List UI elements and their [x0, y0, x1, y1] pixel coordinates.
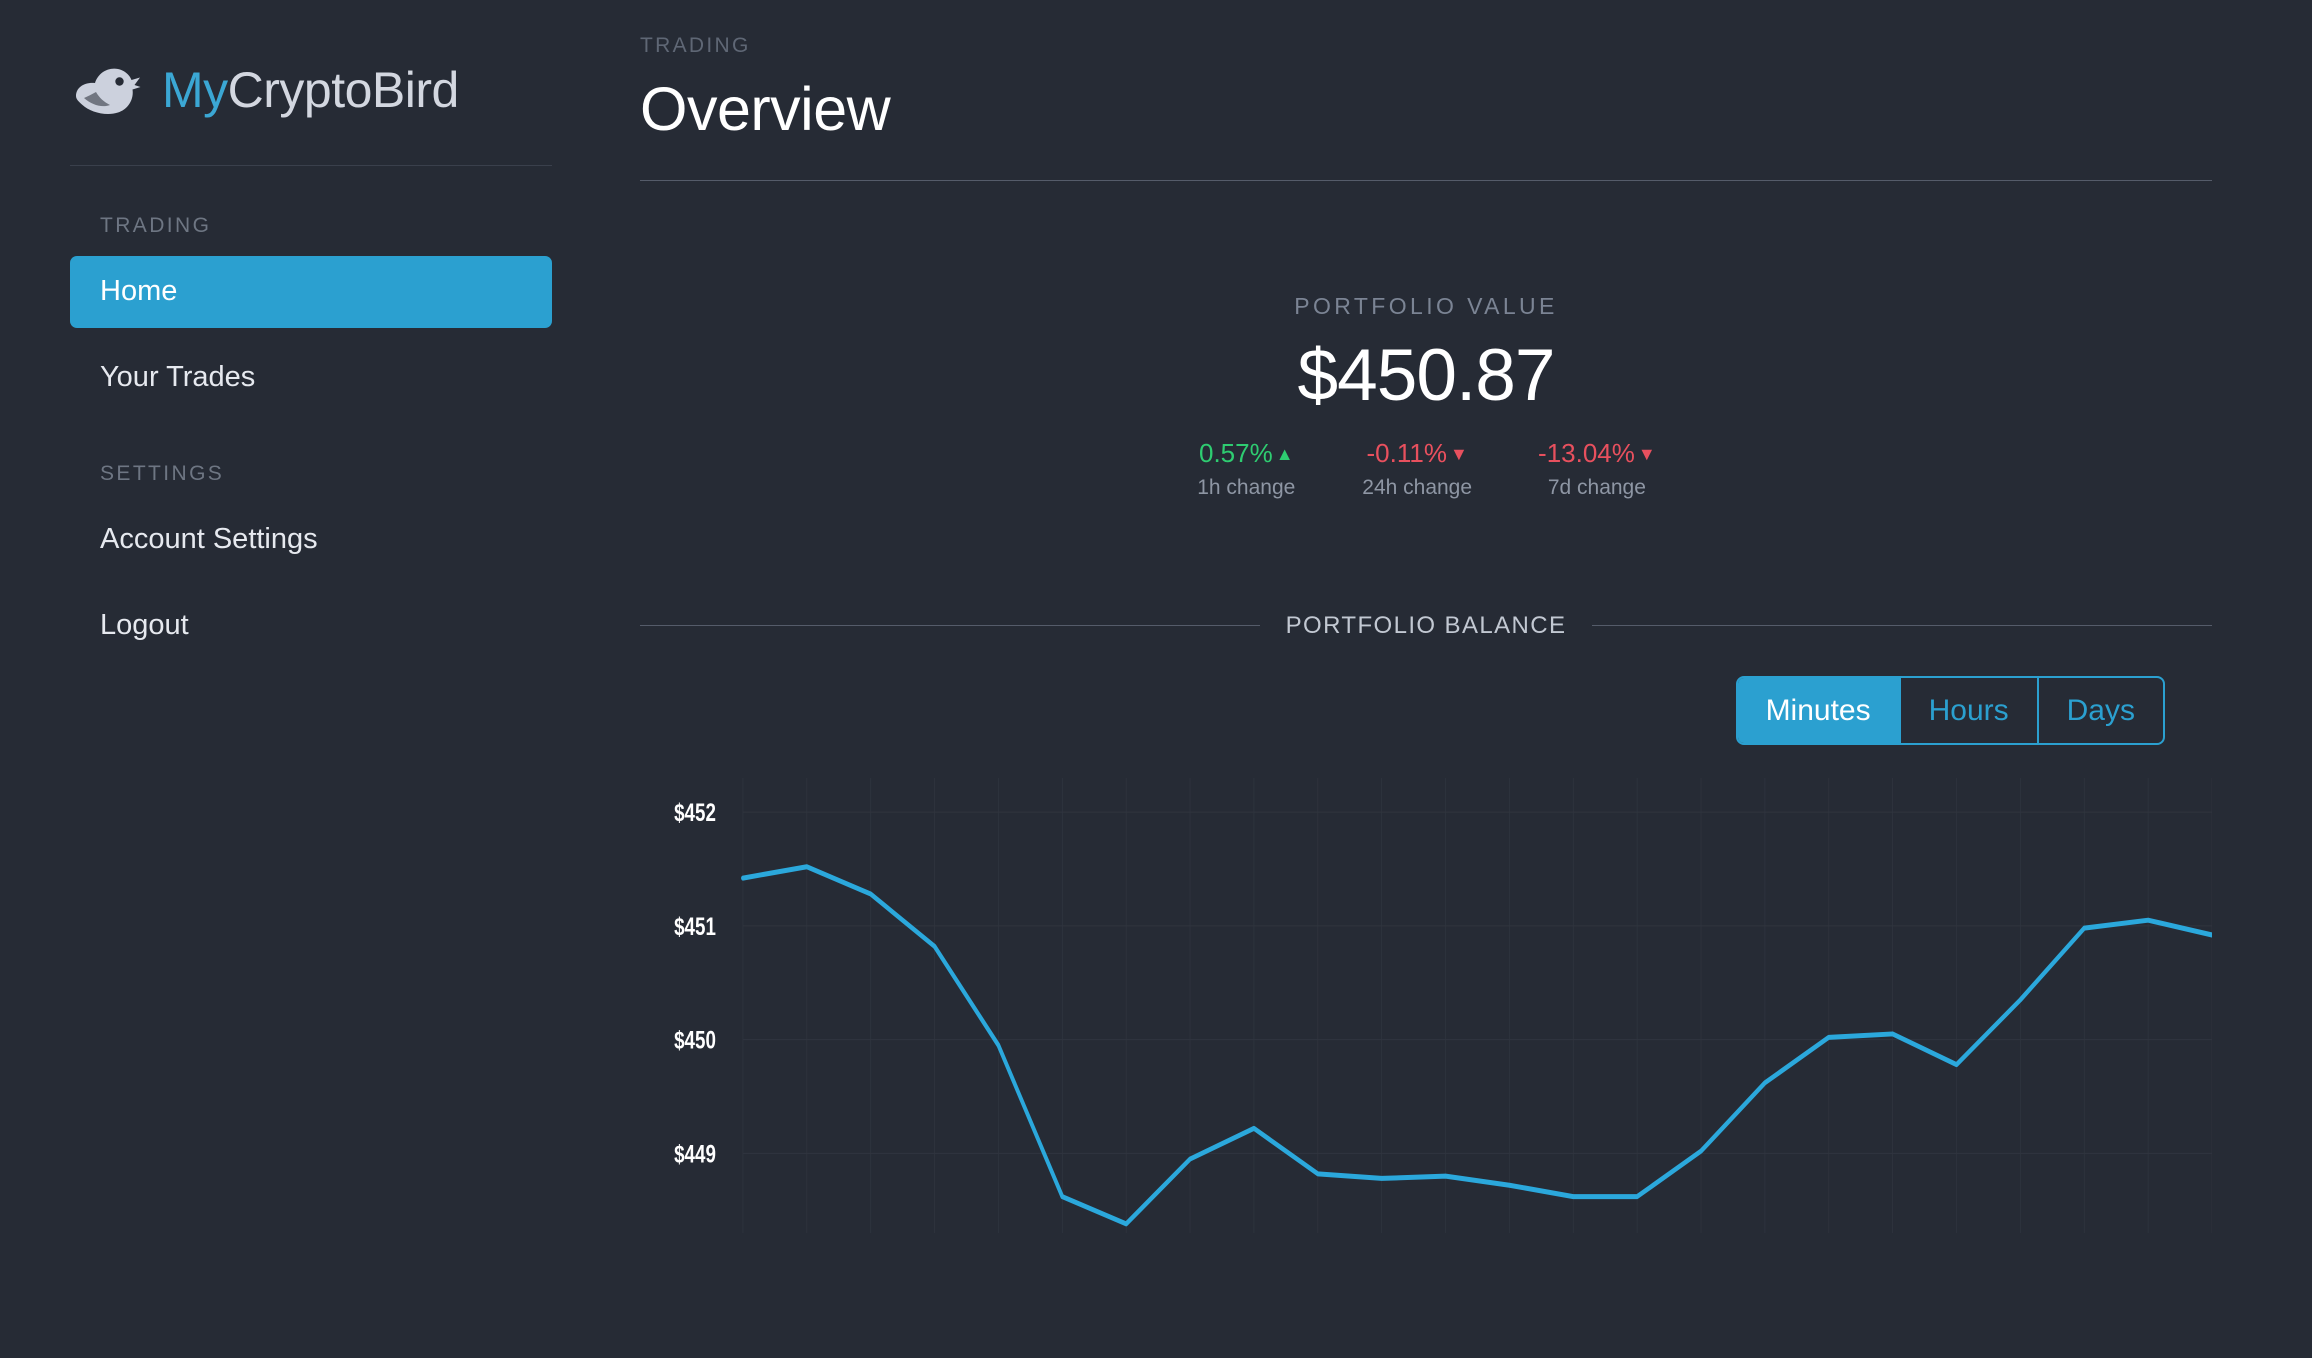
sidebar-item-account-settings[interactable]: Account Settings: [70, 504, 552, 576]
svg-text:$451: $451: [674, 912, 716, 940]
divider-line-left: [640, 625, 1260, 627]
portfolio-value-amount: $450.87: [1297, 335, 1556, 416]
change-7d-caption: 7d change: [1547, 475, 1646, 499]
page-title: Overview: [640, 75, 891, 143]
svg-text:$452: $452: [674, 799, 716, 827]
timeframe-toolbar: Minutes Hours Days: [640, 675, 2212, 746]
bird-icon: [76, 68, 141, 115]
change-24h-value: -0.11% ▼: [1362, 439, 1472, 468]
change-1h-percent: 0.57%: [1198, 438, 1273, 468]
sidebar: MyCryptoBird TRADING Home Your Trades SE…: [0, 0, 620, 1358]
change-7d: -13.04% ▼ 7d change: [1538, 439, 1656, 500]
arrow-down-icon: ▼: [1449, 444, 1468, 464]
timeframe-button-hours[interactable]: Hours: [1901, 677, 2039, 744]
arrow-down-icon: ▼: [1637, 444, 1656, 464]
header-divider: [640, 180, 2212, 181]
brand-logo[interactable]: MyCryptoBird: [0, 0, 620, 120]
portfolio-balance-label: PORTFOLIO BALANCE: [1285, 611, 1567, 639]
change-24h-caption: 24h change: [1362, 475, 1473, 499]
arrow-up-icon: ▲: [1275, 444, 1294, 464]
portfolio-balance-chart[interactable]: $452 $451 $450 $449: [640, 763, 2212, 1234]
breadcrumb: TRADING: [640, 34, 751, 57]
sidebar-list-trading: Home Your Trades: [0, 256, 620, 414]
svg-text:$450: $450: [674, 1026, 716, 1054]
brand-name-rest: CryptoBird: [227, 62, 460, 118]
timeframe-button-minutes[interactable]: Minutes: [1737, 677, 1901, 744]
brand-name: MyCryptoBird: [162, 65, 459, 115]
portfolio-change-list: 0.57% ▲ 1h change -0.11% ▼ 24h change -13.…: [640, 439, 2212, 500]
sidebar-section-settings-label: SETTINGS: [100, 461, 225, 485]
svg-text:$449: $449: [674, 1140, 716, 1168]
timeframe-button-days[interactable]: Days: [2039, 678, 2163, 744]
balance-line-chart[interactable]: $452 $451 $450 $449: [640, 763, 2212, 1234]
change-1h-caption: 1h change: [1197, 475, 1296, 499]
main-content: TRADING Overview PORTFOLIO VALUE $450.87…: [620, 0, 2312, 1358]
sidebar-item-home[interactable]: Home: [70, 256, 552, 328]
sidebar-item-your-trades[interactable]: Your Trades: [70, 342, 552, 414]
portfolio-value-card: PORTFOLIO VALUE $450.87 0.57% ▲ 1h change…: [640, 293, 2212, 500]
change-24h: -0.11% ▼ 24h change: [1362, 439, 1472, 500]
sidebar-section-trading-label: TRADING: [100, 214, 212, 237]
change-7d-percent: -13.04%: [1538, 438, 1635, 468]
sidebar-list-settings: Account Settings Logout: [0, 504, 620, 662]
change-7d-value: -13.04% ▼: [1538, 439, 1656, 468]
change-24h-percent: -0.11%: [1366, 438, 1447, 468]
brand-name-accent: My: [162, 62, 228, 118]
divider-line-right: [1592, 625, 2213, 627]
portfolio-value-label: PORTFOLIO VALUE: [1294, 293, 1558, 319]
timeframe-button-group: Minutes Hours Days: [1735, 675, 2165, 746]
sidebar-item-logout[interactable]: Logout: [70, 590, 552, 662]
change-1h-value: 0.57% ▲: [1196, 439, 1296, 468]
portfolio-balance-divider: PORTFOLIO BALANCE: [640, 611, 2213, 640]
app-root: MyCryptoBird TRADING Home Your Trades SE…: [0, 0, 2312, 1358]
change-1h: 0.57% ▲ 1h change: [1196, 439, 1296, 500]
